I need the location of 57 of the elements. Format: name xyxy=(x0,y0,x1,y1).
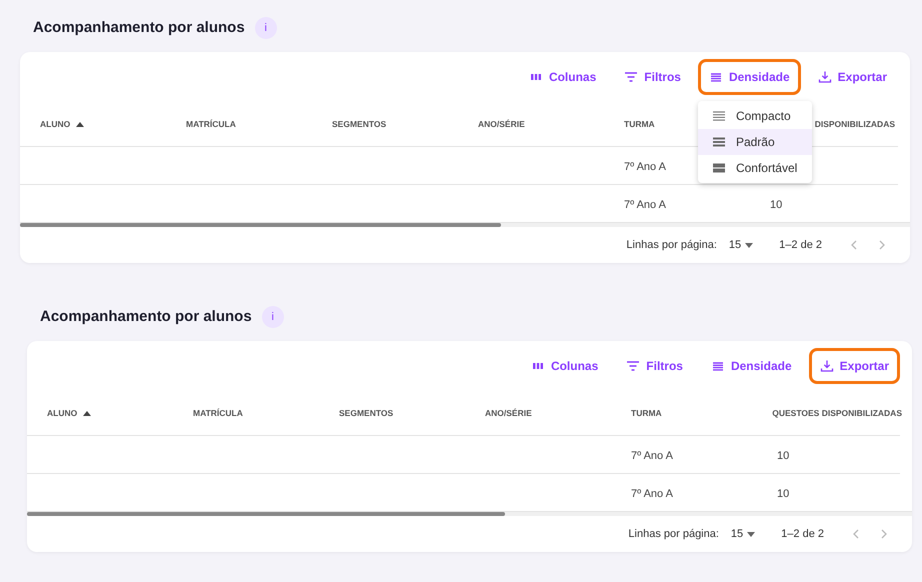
rows-per-page-select[interactable]: 15 xyxy=(728,236,754,254)
horizontal-scrollbar[interactable] xyxy=(20,222,910,227)
column-header[interactable]: SEGMENTOS xyxy=(332,118,386,130)
toolbar-button[interactable]: Colunas xyxy=(520,348,610,384)
menu-item[interactable]: Confortável xyxy=(698,155,812,181)
toolbar-button[interactable]: Filtros xyxy=(615,348,694,384)
toolbar-button[interactable]: Densidade xyxy=(698,59,801,95)
standard-lines-icon xyxy=(712,135,726,149)
sort-up-icon xyxy=(76,121,84,127)
toolbar-button[interactable]: Densidade xyxy=(700,348,803,384)
column-header[interactable]: TURMA xyxy=(631,406,662,420)
table-cell: 10 xyxy=(777,488,790,500)
rows-per-page-select[interactable]: 15 xyxy=(730,526,756,542)
column-header[interactable]: SEGMENTOS xyxy=(339,406,394,420)
comfortable-lines-icon xyxy=(712,161,726,175)
caret-down-icon xyxy=(745,242,754,248)
download-icon xyxy=(818,70,832,84)
sort-up-icon xyxy=(83,410,92,416)
menu-item[interactable]: Padrão xyxy=(698,129,812,155)
column-header[interactable]: ALUNO xyxy=(47,406,92,420)
chevron-left-icon xyxy=(851,240,857,250)
filter-icon xyxy=(624,70,638,84)
column-header[interactable]: MATRÍCULA xyxy=(186,118,236,130)
column-header[interactable]: MATRÍCULA xyxy=(193,406,243,420)
toolbar-button[interactable]: Filtros xyxy=(613,59,692,95)
chevron-right-icon xyxy=(881,529,887,539)
page-range: 1–2 de 2 xyxy=(779,238,822,253)
menu-item[interactable]: Compacto xyxy=(698,103,812,129)
section-title: Acompanhamento por alunos xyxy=(33,18,245,38)
table-cell: 7º Ano A xyxy=(631,450,673,462)
column-header[interactable]: ANO/SÉRIE xyxy=(485,406,532,420)
toolbar-button[interactable]: Colunas xyxy=(518,59,608,95)
section-title: Acompanhamento por alunos xyxy=(40,306,252,327)
compact-lines-icon xyxy=(712,109,726,123)
page-range: 1–2 de 2 xyxy=(781,526,824,542)
horizontal-scrollbar[interactable] xyxy=(27,511,912,516)
info-badge[interactable]: i xyxy=(254,17,277,39)
table-cell: 10 xyxy=(777,450,790,462)
rows-per-page-label: Linhas por página: xyxy=(628,526,719,542)
column-header[interactable]: ANO/SÉRIE xyxy=(478,118,525,130)
column-header[interactable]: TURMA xyxy=(624,118,655,130)
table-cell: 7º Ano A xyxy=(624,198,666,210)
caret-down-icon xyxy=(747,532,756,536)
chevron-left-icon xyxy=(853,529,859,539)
column-header[interactable]: DISPONIBILIZADAS xyxy=(814,118,895,130)
column-header[interactable]: QUESTOES DISPONIBILIZADAS xyxy=(772,406,902,420)
table-cell: 7º Ano A xyxy=(624,160,666,172)
column-header[interactable]: ALUNO xyxy=(40,118,84,130)
toolbar-button[interactable]: Exportar xyxy=(808,348,900,384)
download-icon xyxy=(820,359,834,373)
rows-per-page-label: Linhas por página: xyxy=(626,238,717,253)
table-cell: 10 xyxy=(770,198,782,210)
toolbar-button[interactable]: Exportar xyxy=(806,59,898,95)
table-cell: 7º Ano A xyxy=(631,488,673,500)
chevron-right-icon xyxy=(879,240,885,250)
filter-icon xyxy=(626,359,640,373)
info-badge[interactable]: i xyxy=(262,306,284,328)
